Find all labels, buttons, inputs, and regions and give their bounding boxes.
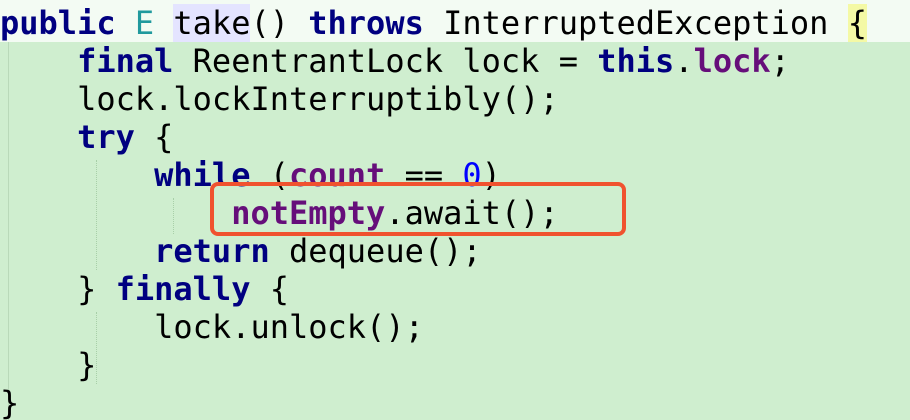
field-notempty: notEmpty	[231, 194, 386, 232]
field-lock: lock	[693, 42, 771, 80]
keyword-final: final	[77, 42, 174, 80]
code-operator: ==	[385, 156, 463, 194]
code-text: }	[77, 270, 116, 308]
keyword-return: return	[154, 232, 270, 270]
field-count: count	[288, 156, 386, 194]
code-line-5[interactable]: while (count == 0)	[0, 156, 501, 194]
code-text: ReentrantLock lock =	[173, 42, 598, 80]
keyword-public: public	[0, 4, 135, 42]
code-line-10[interactable]: }	[0, 346, 96, 384]
code-text: dequeue();	[269, 232, 482, 270]
code-semicolon: ;	[770, 42, 790, 80]
method-name: take	[173, 4, 251, 42]
keyword-while: while	[154, 156, 251, 194]
code-editor[interactable]: public E take() throws InterruptedExcept…	[0, 0, 910, 420]
keyword-this: this	[597, 42, 675, 80]
keyword-throws: throws	[308, 4, 424, 42]
code-line-4[interactable]: try {	[0, 118, 173, 156]
code-text: {	[134, 118, 174, 156]
code-text: .await();	[385, 194, 559, 232]
code-line-9[interactable]: lock.unlock();	[0, 308, 424, 346]
code-line-7[interactable]: return dequeue();	[0, 232, 482, 270]
code-line-3[interactable]: lock.lockInterruptibly();	[0, 80, 559, 118]
code-text: )	[481, 156, 501, 194]
keyword-try: try	[77, 118, 135, 156]
code-text: ()	[250, 4, 309, 42]
matched-brace: {	[847, 4, 867, 42]
code-line-6[interactable]: notEmpty.await();	[0, 194, 559, 232]
code-text: (	[250, 156, 289, 194]
code-text: {	[250, 270, 289, 308]
code-dot: .	[674, 42, 694, 80]
exception-type: InterruptedException	[423, 4, 848, 42]
code-line-11[interactable]: }	[0, 384, 19, 420]
code-line-1[interactable]: public E take() throws InterruptedExcept…	[0, 4, 867, 42]
number-literal: 0	[462, 156, 482, 194]
type-param: E	[134, 4, 155, 42]
code-line-8[interactable]: } finally {	[0, 270, 289, 308]
keyword-finally: finally	[115, 270, 251, 308]
code-line-2[interactable]: final ReentrantLock lock = this.lock;	[0, 42, 790, 80]
